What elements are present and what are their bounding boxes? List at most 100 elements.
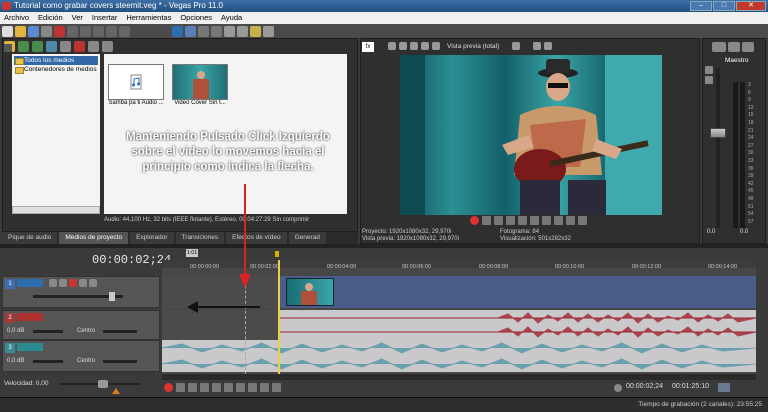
remove-media-icon[interactable] [74,40,85,52]
go-end-icon[interactable] [248,383,257,392]
zoom-tool-icon[interactable] [211,25,222,37]
selection-tool-icon[interactable] [198,25,209,37]
menu-ver[interactable]: Ver [72,12,83,24]
menu-ayuda[interactable]: Ayuda [221,12,242,24]
record-icon[interactable] [164,383,173,392]
pause-icon[interactable] [518,216,527,225]
next-frame-icon[interactable] [272,383,281,392]
media-fx-icon[interactable] [88,40,99,52]
cursor-flag-icon[interactable] [275,251,279,257]
stop-icon[interactable] [530,216,539,225]
autocrossfade-icon[interactable] [237,25,248,37]
undo-icon[interactable] [106,25,117,37]
go-start-icon[interactable] [236,383,245,392]
track-motion-icon[interactable] [49,279,57,287]
stop-icon[interactable] [224,383,233,392]
lock-envelopes-icon[interactable] [263,25,274,37]
track-header-audio-1[interactable]: 2 0,0 dB Centro [2,310,160,340]
timeline-scrollbar[interactable] [162,374,756,380]
tab-audio-peaks[interactable]: Pique de audio [2,232,58,244]
track-auto-icon[interactable] [69,279,77,287]
get-media-icon[interactable] [32,40,43,52]
split-screen-icon[interactable] [421,42,429,50]
track-header-audio-2[interactable]: 3 0,0 dB Centro [2,340,160,372]
copy-icon[interactable] [80,25,91,37]
media-item-video[interactable]: Video Cover Sin t... [170,64,230,112]
external-monitor-icon[interactable] [410,42,418,50]
audio-event-2[interactable] [161,340,757,372]
volume-slider[interactable] [33,360,63,363]
loop-icon[interactable] [176,383,185,392]
video-event[interactable] [278,276,756,308]
master-properties-icon[interactable] [712,42,726,52]
record-icon[interactable] [470,216,479,225]
save-icon[interactable] [28,25,39,37]
minimize-button[interactable]: – [690,1,712,11]
track-header-video[interactable]: 1 [2,276,160,308]
tree-item-media-bins[interactable]: Contenedores de medios [14,65,98,74]
ripple-icon[interactable] [250,25,261,37]
paste-icon[interactable] [93,25,104,37]
velocity-thumb[interactable] [98,380,108,388]
play-from-start-icon[interactable] [188,383,197,392]
master-solo-icon[interactable] [705,76,713,84]
pause-icon[interactable] [212,383,221,392]
go-start-icon[interactable] [542,216,551,225]
preview-properties-icon[interactable] [388,42,396,50]
render-icon[interactable] [54,25,65,37]
play-icon[interactable] [506,216,515,225]
quality-icon[interactable] [432,42,440,50]
tab-transitions[interactable]: Transiciones [175,232,225,244]
views-icon[interactable] [102,40,113,52]
properties-icon[interactable] [41,25,52,37]
copy-snapshot-icon[interactable] [533,42,542,50]
prev-frame-icon[interactable] [260,383,269,392]
audio-event-1[interactable] [278,310,757,340]
refresh-icon[interactable] [46,40,57,52]
master-close-icon[interactable] [742,42,754,52]
master-mute-icon[interactable] [705,66,713,74]
open-icon[interactable] [15,25,26,37]
menu-edicion[interactable]: Edición [38,12,63,24]
tab-explorer[interactable]: Explorador [130,232,174,244]
video-preview[interactable] [400,55,662,215]
tree-item-all-media[interactable]: Todos los medios [14,56,98,65]
preview-fx-icon[interactable]: fx [362,42,374,52]
loop-icon[interactable] [482,216,491,225]
menu-archivo[interactable]: Archivo [4,12,29,24]
go-end-icon[interactable] [554,216,563,225]
new-icon[interactable] [2,25,13,37]
play-from-start-icon[interactable] [494,216,503,225]
composite-slider-thumb[interactable] [109,292,115,301]
preview-quality-select[interactable]: Vista previa (total) [447,43,499,50]
capture-icon[interactable] [18,40,29,52]
master-fader[interactable] [710,128,726,138]
redo-icon[interactable] [119,25,130,37]
playhead[interactable] [278,260,280,375]
snap-icon[interactable] [224,25,235,37]
pan-slider[interactable] [103,330,137,333]
tree-scrollbar[interactable] [12,206,100,214]
preview-fx-chain-icon[interactable] [399,42,407,50]
menu-herramientas[interactable]: Herramientas [126,12,171,24]
overlays-icon[interactable] [512,42,521,50]
menu-insertar[interactable]: Insertar [92,12,117,24]
maximize-button[interactable]: □ [713,1,735,11]
next-frame-icon[interactable] [578,216,587,225]
expand-icon[interactable] [718,383,730,392]
master-fx-icon[interactable] [728,42,740,52]
save-snapshot-icon[interactable] [544,42,553,50]
menu-opciones[interactable]: Opciones [180,12,212,24]
properties-media-icon[interactable] [60,40,71,52]
cut-icon[interactable] [67,25,78,37]
tab-project-media[interactable]: Medios de proyecto [59,232,129,244]
play-icon[interactable] [200,383,209,392]
track-mute-icon[interactable] [79,279,87,287]
pan-slider[interactable] [103,360,137,363]
prev-frame-icon[interactable] [566,216,575,225]
track-fx-icon[interactable] [59,279,67,287]
envelope-tool-icon[interactable] [185,25,196,37]
close-button[interactable]: ✕ [736,1,766,11]
tab-generators[interactable]: Generad [288,232,326,244]
volume-slider[interactable] [33,330,63,333]
